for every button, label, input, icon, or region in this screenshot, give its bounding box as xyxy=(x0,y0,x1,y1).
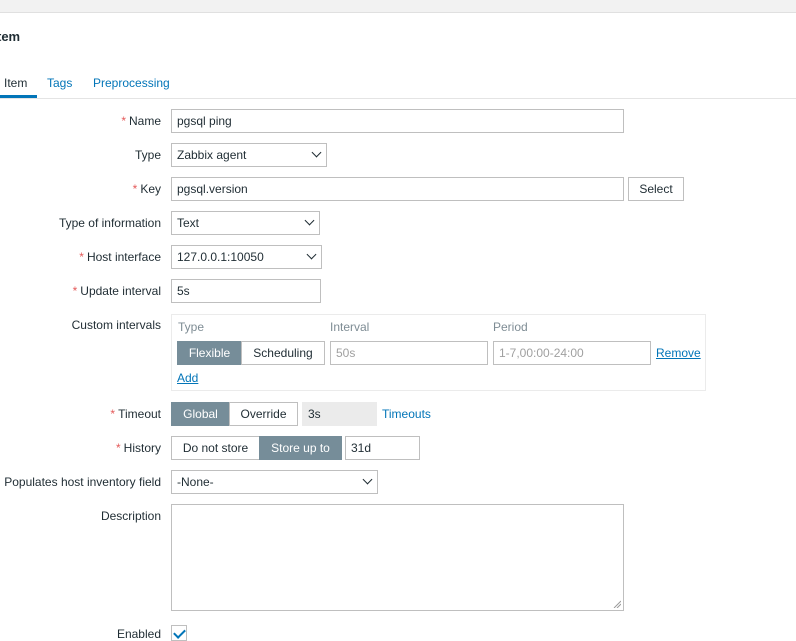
update-interval-label: * Update interval xyxy=(72,284,161,298)
tab-bar: Item Tags Preprocessing xyxy=(0,68,796,99)
required-marker: * xyxy=(79,250,84,264)
name-label: * Name xyxy=(121,114,161,128)
top-bar xyxy=(0,0,796,13)
period-input[interactable]: 1-7,00:00-24:00 xyxy=(493,341,651,365)
key-label: * Key xyxy=(132,182,161,196)
tab-tags[interactable]: Tags xyxy=(47,76,72,90)
history-do-not-store-toggle[interactable]: Do not store xyxy=(171,436,260,460)
history-store-up-to-toggle[interactable]: Store up to xyxy=(259,436,342,460)
timeout-override-toggle[interactable]: Override xyxy=(229,402,298,426)
required-marker: * xyxy=(72,284,78,298)
required-marker: * xyxy=(115,441,121,455)
scheduling-toggle[interactable]: Scheduling xyxy=(241,341,325,365)
chevron-down-icon xyxy=(304,215,315,226)
key-input[interactable]: pgsql.version xyxy=(171,177,624,201)
type-label: Type xyxy=(134,148,161,162)
resize-grip-icon[interactable] xyxy=(613,600,621,608)
history-input[interactable]: 31d xyxy=(345,436,420,460)
inventory-select[interactable]: -None- xyxy=(171,470,378,494)
required-marker: * xyxy=(110,407,116,421)
type-of-information-select[interactable]: Text xyxy=(171,211,320,235)
key-select-button[interactable]: Select xyxy=(628,177,684,201)
host-interface-label: * Host interface xyxy=(79,250,161,264)
update-interval-input[interactable]: 5s xyxy=(171,279,321,303)
tab-preprocessing[interactable]: Preprocessing xyxy=(93,76,170,90)
timeouts-link[interactable]: Timeouts xyxy=(382,407,431,421)
enabled-checkbox[interactable] xyxy=(171,625,187,641)
flexible-toggle[interactable]: Flexible xyxy=(177,341,242,365)
page-title: tem xyxy=(0,29,21,44)
name-input[interactable]: pgsql ping xyxy=(171,109,624,133)
chevron-down-icon xyxy=(306,249,317,260)
timeout-input: 3s xyxy=(302,402,377,426)
host-interface-select[interactable]: 127.0.0.1:10050 xyxy=(171,245,322,269)
type-of-information-label: Type of information xyxy=(58,216,161,230)
col-type-header: Type xyxy=(178,320,205,334)
chevron-down-icon xyxy=(362,474,373,485)
type-select[interactable]: Zabbix agent xyxy=(171,143,327,167)
description-label: Description xyxy=(100,509,161,523)
custom-intervals-label: Custom intervals xyxy=(71,318,161,332)
active-tab-indicator xyxy=(0,95,37,98)
col-interval-header: Interval xyxy=(330,320,370,334)
add-interval-link[interactable]: Add xyxy=(177,371,198,385)
timeout-label: * Timeout xyxy=(110,407,161,421)
chevron-down-icon xyxy=(311,147,322,158)
inventory-label: Populates host inventory field xyxy=(4,475,161,489)
required-marker: * xyxy=(121,114,126,128)
remove-interval-link[interactable]: Remove xyxy=(656,346,701,360)
interval-input[interactable]: 50s xyxy=(330,341,488,365)
enabled-label: Enabled xyxy=(116,627,161,641)
required-marker: * xyxy=(132,182,138,196)
history-label: * History xyxy=(115,441,161,455)
timeout-global-toggle[interactable]: Global xyxy=(171,402,230,426)
tab-item[interactable]: Item xyxy=(4,76,27,90)
col-period-header: Period xyxy=(493,320,528,334)
description-textarea[interactable] xyxy=(171,504,624,611)
